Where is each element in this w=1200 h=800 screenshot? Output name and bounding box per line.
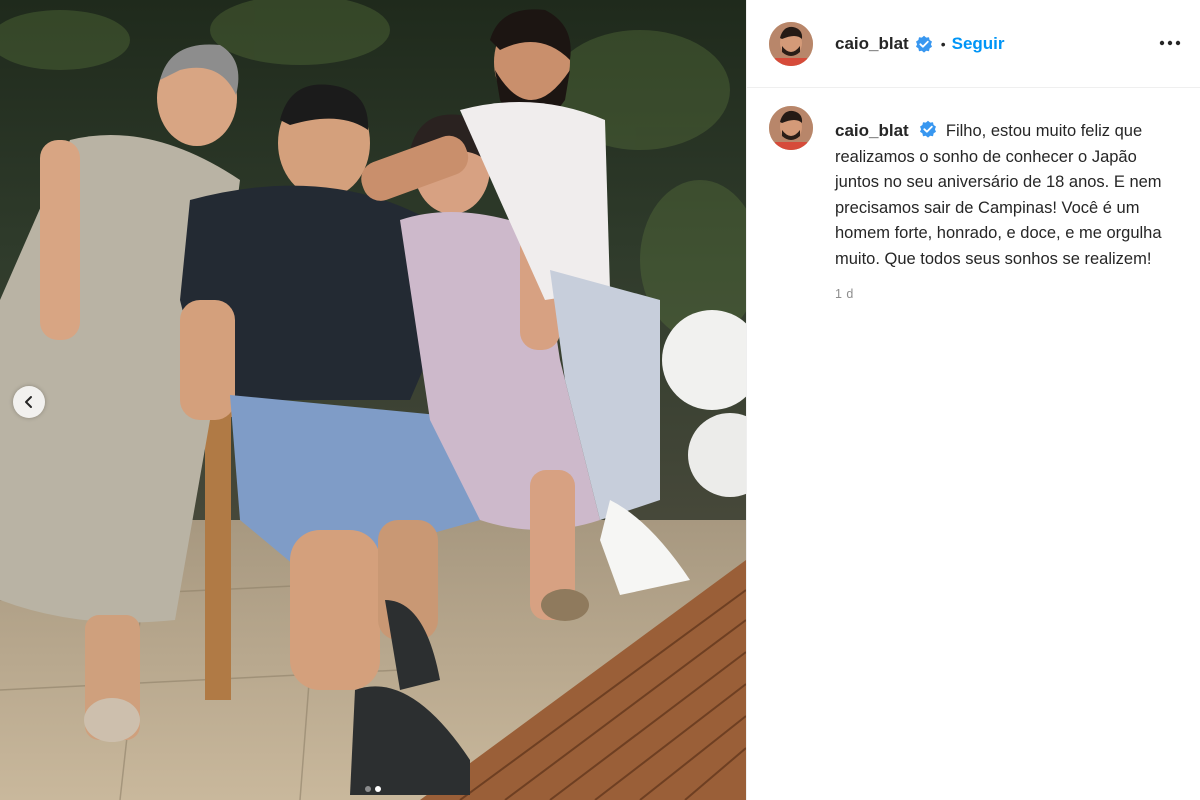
family-photo xyxy=(0,0,746,800)
more-options-button[interactable] xyxy=(1156,28,1184,56)
carousel-prev-button[interactable] xyxy=(13,386,45,418)
separator-dot: • xyxy=(940,35,946,52)
verified-badge-icon xyxy=(915,35,933,53)
avatar[interactable] xyxy=(769,21,813,66)
chevron-left-icon xyxy=(22,395,36,409)
more-options-icon xyxy=(1159,33,1181,51)
caption-username[interactable]: caio_blat xyxy=(835,121,909,140)
post-side-panel: caio_blat • Seguir caio_blat Filho, esto… xyxy=(746,0,1200,800)
caption: caio_blat Filho, estou muito feliz que r… xyxy=(835,118,1175,272)
post-header: caio_blat • Seguir xyxy=(747,0,1200,88)
carousel-dot xyxy=(365,786,371,792)
caption-row: caio_blat Filho, estou muito feliz que r… xyxy=(747,88,1200,272)
post-photo[interactable] xyxy=(0,0,746,800)
follow-button[interactable]: Seguir xyxy=(952,34,1005,54)
caption-avatar[interactable] xyxy=(769,106,813,150)
verified-badge-icon xyxy=(919,120,937,138)
carousel-dot-active xyxy=(375,786,381,792)
username[interactable]: caio_blat xyxy=(835,34,909,54)
carousel-indicator xyxy=(0,786,746,792)
post-timestamp[interactable]: 1 d xyxy=(835,287,1200,301)
caption-text: Filho, estou muito feliz que realizamos … xyxy=(835,122,1162,268)
